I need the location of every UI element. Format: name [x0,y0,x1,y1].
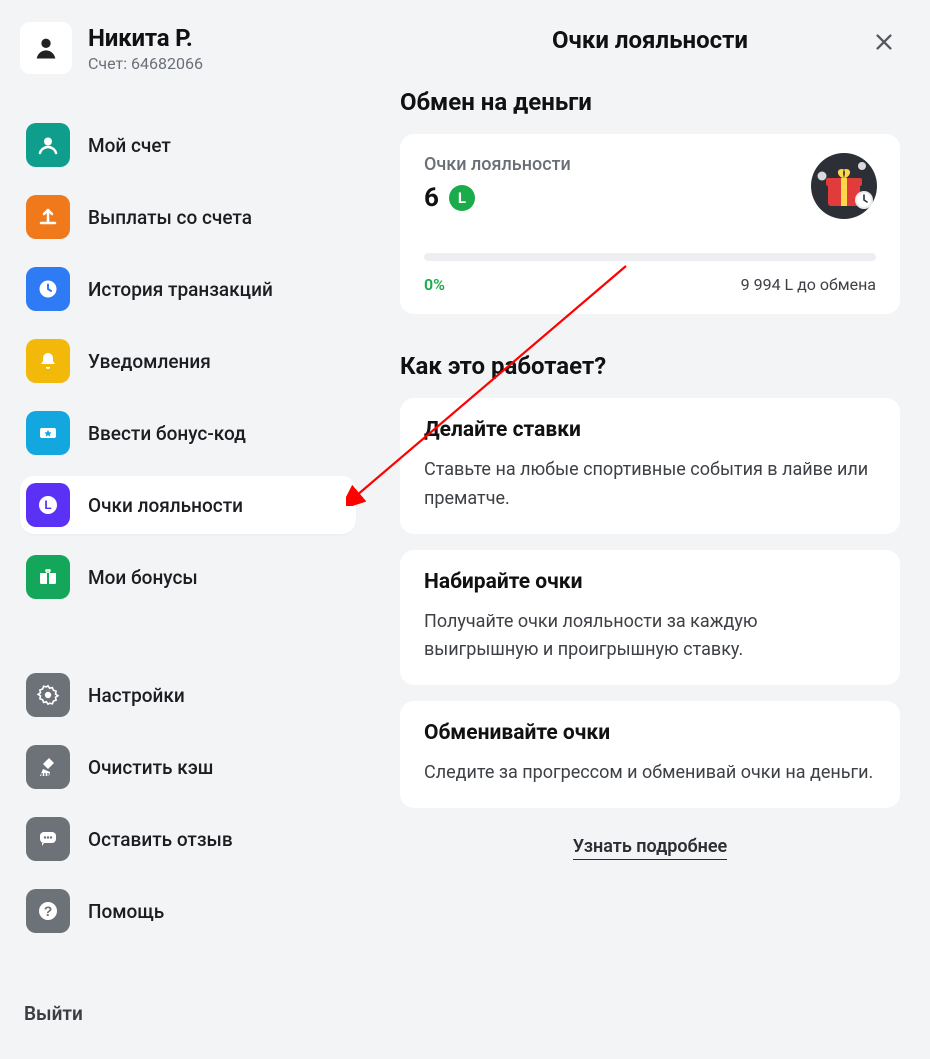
sidebar-item-account[interactable]: Мой счет [20,116,356,174]
svg-text:?: ? [44,903,53,919]
bell-icon [26,339,70,383]
points-label: Очки лояльности [424,154,876,175]
profile-account: Счет: 64682066 [88,54,203,73]
points-value: 6 [424,183,439,213]
gear-icon [26,673,70,717]
help-icon: ? [26,889,70,933]
upload-icon [26,195,70,239]
loyalty-badge-icon: L [26,483,70,527]
how-card: Обменивайте очки Следите за прогрессом и … [400,701,900,808]
sidebar-item-bell[interactable]: Уведомления [20,332,356,390]
sidebar-item-ticket[interactable]: Ввести бонус-код [20,404,356,462]
exchange-section-title: Обмен на деньги [400,88,900,116]
sidebar: Никита Р. Счет: 64682066 Мой счет Выплаты… [0,0,370,1059]
sidebar-item-loyalty-badge[interactable]: L Очки лояльности [20,476,356,534]
progress-bar [424,253,876,261]
sidebar-item-label: Ввести бонус-код [88,422,246,445]
gift-icon [26,555,70,599]
sidebar-item-clock[interactable]: История транзакций [20,260,356,318]
learn-more-link[interactable]: Узнать подробнее [573,836,727,857]
sidebar-item-broom[interactable]: Очистить кэш [20,738,356,796]
sidebar-item-label: Уведомления [88,350,211,373]
profile-name: Никита Р. [88,24,203,52]
how-card: Делайте ставки Ставьте на любые спортивны… [400,398,900,534]
svg-text:L: L [44,498,51,512]
nav-group-primary: Мой счет Выплаты со счета История транзакц… [20,116,356,606]
l-badge-icon: L [449,185,475,211]
person-icon [32,34,60,62]
broom-icon [26,745,70,789]
page-title: Очки лояльности [552,26,748,54]
how-card-title: Набирайте очки [424,570,876,594]
how-card: Набирайте очки Получайте очки лояльности … [400,550,900,686]
sidebar-item-label: Выплаты со счета [88,206,252,229]
sidebar-item-comment[interactable]: Оставить отзыв [20,810,356,868]
how-card-title: Обменивайте очки [424,721,876,745]
sidebar-item-label: Мой счет [88,134,171,157]
how-card-text: Ставьте на любые спортивные события в ла… [424,456,876,514]
gift-illustration-icon [810,152,878,220]
sidebar-item-label: Очки лояльности [88,494,243,517]
sidebar-item-label: Мои бонусы [88,566,198,589]
nav-group-secondary: Настройки Очистить кэш Оставить отзыв? Помо… [20,666,356,940]
account-icon [26,123,70,167]
sidebar-item-gift[interactable]: Мои бонусы [20,548,356,606]
sidebar-item-upload[interactable]: Выплаты со счета [20,188,356,246]
clock-icon [26,267,70,311]
sidebar-item-label: Настройки [88,684,185,707]
how-card-text: Получайте очки лояльности за каждую выиг… [424,608,876,666]
how-cards: Делайте ставки Ставьте на любые спортивны… [400,398,900,808]
logout-button[interactable]: Выйти [20,992,356,1035]
sidebar-item-gear[interactable]: Настройки [20,666,356,724]
how-card-title: Делайте ставки [424,418,876,442]
learn-more-text[interactable]: Узнать подробнее [573,836,727,860]
main-panel: Очки лояльности Обмен на деньги Очки лоя… [370,0,930,1059]
sidebar-item-label: История транзакций [88,278,273,301]
how-section-title: Как это работает? [400,352,900,380]
sidebar-item-help[interactable]: ? Помощь [20,882,356,940]
sidebar-item-label: Оставить отзыв [88,828,233,851]
points-card: Очки лояльности 6 L 0% 9 994 L до [400,134,900,314]
avatar [20,22,72,74]
profile-block: Никита Р. Счет: 64682066 [20,22,356,86]
header: Очки лояльности [400,26,900,54]
progress-remaining: 9 994 L до обмена [741,275,876,294]
sidebar-item-label: Очистить кэш [88,756,213,779]
sidebar-item-label: Помощь [88,900,164,923]
close-icon [873,31,895,53]
close-button[interactable] [868,26,900,58]
how-card-text: Следите за прогрессом и обменивай очки н… [424,759,876,788]
ticket-icon [26,411,70,455]
comment-icon [26,817,70,861]
progress-percent: 0% [424,275,445,294]
